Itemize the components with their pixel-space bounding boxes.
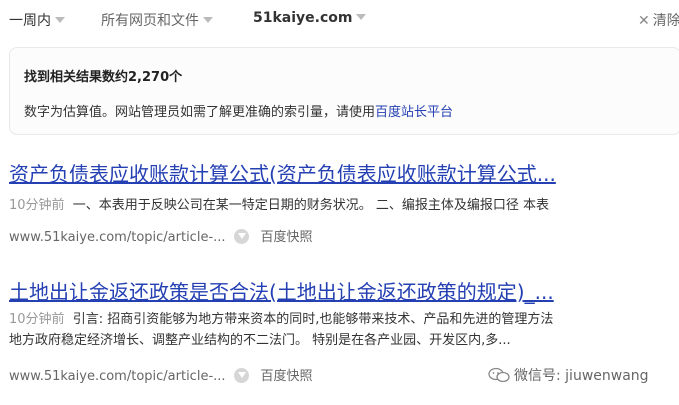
result-url[interactable]: www.51kaiye.com/topic/article-...	[9, 230, 226, 245]
close-icon: ✕	[638, 13, 650, 29]
result-snippet-text: 引言: 招商引资能够为地方带来资本的同时,也能够带来技术、产品和先进的管理方法	[72, 312, 554, 327]
result-title-link[interactable]: 土地出让金返还政策是否合法(土地出让金返还政策的规定)_...	[9, 276, 679, 305]
webmaster-platform-link[interactable]: 百度站长平台	[375, 105, 453, 120]
wechat-watermark: 微信号: jiuwenwang	[488, 365, 649, 385]
clear-filters-button[interactable]: ✕ 清除	[638, 10, 679, 30]
search-result: 资产负债表应收账款计算公式(资产负债表应收账款计算公式... 10分钟前 一、本…	[9, 158, 679, 245]
time-filter-label: 一周内	[9, 13, 51, 29]
result-time: 10分钟前	[9, 312, 65, 327]
search-result: 土地出让金返还政策是否合法(土地出让金返还政策的规定)_... 10分钟前 引言…	[9, 276, 679, 384]
result-count-panel: 找到相关结果数约2,270个 数字为估算值。网站管理员如需了解更准确的索引量，请…	[9, 47, 679, 135]
file-type-filter-dropdown[interactable]: 所有网页和文件	[101, 10, 213, 30]
estimate-note-text: 数字为估算值。网站管理员如需了解更准确的索引量，请使用	[24, 105, 376, 120]
chevron-down-icon	[203, 17, 213, 23]
estimate-note: 数字为估算值。网站管理员如需了解更准确的索引量，请使用百度站长平台	[24, 101, 453, 120]
chevron-down-icon	[55, 17, 65, 23]
time-filter-dropdown[interactable]: 一周内	[9, 10, 65, 30]
result-url-row: www.51kaiye.com/topic/article-... 百度快照	[9, 228, 313, 248]
clear-filters-label: 清除	[652, 13, 679, 29]
safety-shield-icon[interactable]	[233, 368, 249, 383]
safety-shield-icon[interactable]	[233, 229, 249, 244]
site-filter-dropdown[interactable]: 51kaiye.com	[253, 10, 367, 26]
chevron-down-icon	[356, 14, 367, 20]
result-time: 10分钟前	[9, 198, 65, 213]
result-snippet-text: 一、本表用于反映公司在某一特定日期的财务状况。 二、编报主体及编报口径 本表	[72, 198, 549, 213]
result-url[interactable]: www.51kaiye.com/topic/article-...	[9, 369, 226, 384]
result-snippet: 10分钟前 引言: 招商引资能够为地方带来资本的同时,也能够带来技术、产品和先进…	[9, 310, 553, 330]
result-snippet: 10分钟前 一、本表用于反映公司在某一特定日期的财务状况。 二、编报主体及编报口…	[9, 196, 549, 216]
result-url-row: www.51kaiye.com/topic/article-... 百度快照	[9, 367, 313, 387]
cache-link[interactable]: 百度快照	[261, 369, 313, 384]
search-filter-bar: 一周内 所有网页和文件 51kaiye.com ✕ 清除	[0, 0, 679, 38]
result-title-link[interactable]: 资产负债表应收账款计算公式(资产负债表应收账款计算公式...	[9, 158, 679, 187]
file-type-filter-label: 所有网页和文件	[101, 13, 199, 29]
site-filter-label: 51kaiye.com	[253, 10, 353, 26]
watermark-text: 微信号: jiuwenwang	[514, 368, 649, 384]
result-count: 找到相关结果数约2,270个	[24, 70, 183, 85]
result-snippet-continued: 地方政府稳定经济增长、调整产业结构的不二法门。 特别是在各产业园、开发区内,多.…	[9, 333, 511, 348]
wechat-icon	[488, 367, 510, 383]
cache-link[interactable]: 百度快照	[261, 230, 313, 245]
